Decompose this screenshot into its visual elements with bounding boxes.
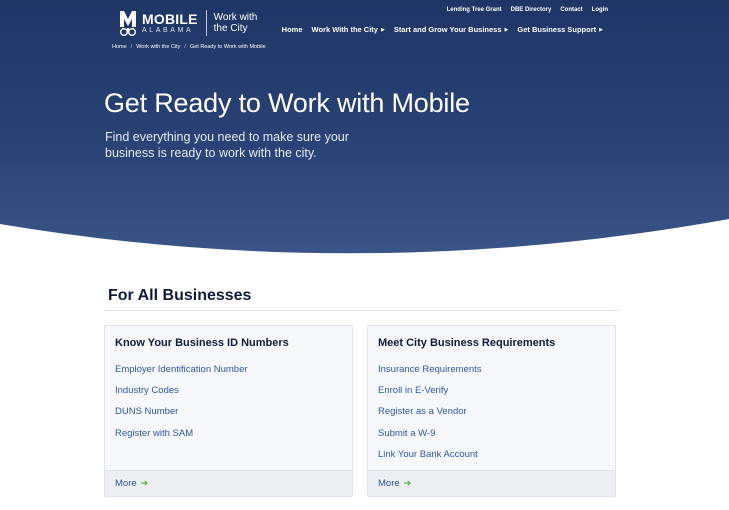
page-title: Get Ready to Work with Mobile [104, 88, 470, 118]
card-footer: More ➔ [368, 470, 615, 496]
link-duns-number[interactable]: DUNS Number [115, 406, 178, 417]
list-item: Register as a Vendor [378, 401, 482, 422]
list-item: Insurance Requirements [378, 359, 482, 380]
card-title: Meet City Business Requirements [378, 337, 556, 349]
list-item: Industry Codes [115, 380, 248, 401]
nav-item-work-with-the-city[interactable]: Work With the City ▶ [312, 25, 385, 34]
link-register-with-sam[interactable]: Register with SAM [115, 428, 193, 439]
site-logo[interactable]: MOBILE ALABAMA Work with the City [118, 8, 270, 38]
hero-banner: MOBILE ALABAMA Work with the City Lendin… [0, 0, 729, 265]
page-subtitle: Find everything you need to make sure yo… [105, 130, 349, 160]
list-item: Register with SAM [115, 423, 248, 444]
chevron-right-icon: ▶ [599, 26, 603, 33]
main-nav: Home Work With the City ▶ Start and Grow… [282, 25, 603, 34]
breadcrumb-current-page: Get Ready to Work with Mobile [189, 44, 266, 50]
breadcrumb-separator: / [130, 44, 133, 50]
card-link-list: Insurance Requirements Enroll in E-Verif… [378, 359, 482, 465]
nav-item-label: Work With the City [311, 25, 378, 34]
mobile-logo-icon [120, 11, 136, 37]
section-divider [104, 310, 620, 311]
link-insurance-requirements[interactable]: Insurance Requirements [378, 364, 482, 375]
utility-link-contact[interactable]: Contact [560, 7, 582, 13]
more-link-label: More [115, 478, 137, 489]
logo-divider [205, 10, 207, 36]
nav-item-get-business-support[interactable]: Get Business Support ▶ [517, 25, 603, 34]
logo-state-name: ALABAMA [142, 27, 194, 34]
utility-link-login[interactable]: Login [592, 7, 608, 13]
link-employer-identification-number[interactable]: Employer Identification Number [115, 364, 248, 375]
link-register-as-vendor[interactable]: Register as a Vendor [378, 406, 467, 417]
link-industry-codes[interactable]: Industry Codes [115, 385, 179, 396]
utility-link-dbe-directory[interactable]: DBE Directory [511, 7, 552, 13]
breadcrumb-link-work-with-the-city[interactable]: Work with the City [136, 44, 180, 50]
breadcrumb-separator: / [184, 44, 186, 50]
more-link[interactable]: More ➔ [378, 478, 411, 489]
card-city-business-requirements: Meet City Business Requirements Insuranc… [367, 325, 616, 497]
list-item: Submit a W-9 [378, 423, 482, 444]
arrow-right-icon: ➔ [140, 478, 149, 488]
hero-curve-divider [0, 219, 729, 265]
list-item: Employer Identification Number [115, 359, 248, 380]
logo-subtitle: Work with the City [213, 12, 258, 34]
nav-item-label: Get Business Support [517, 25, 597, 34]
nav-item-start-and-grow[interactable]: Start and Grow Your Business ▶ [394, 25, 509, 34]
breadcrumb: Home / Work with the City / Get Ready to… [112, 44, 266, 50]
nav-item-label: Home [281, 25, 303, 34]
utility-link-lending-tree-grant[interactable]: Lending Tree Grant [447, 7, 502, 13]
chevron-right-icon: ▶ [380, 26, 385, 33]
chevron-right-icon: ▶ [504, 26, 509, 33]
card-business-id-numbers: Know Your Business ID Numbers Employer I… [104, 325, 353, 497]
arrow-right-icon: ➔ [403, 478, 412, 488]
card-link-list: Employer Identification Number Industry … [115, 359, 248, 444]
nav-item-home[interactable]: Home [282, 25, 303, 34]
link-enroll-in-e-verify[interactable]: Enroll in E-Verify [378, 385, 448, 396]
card-title: Know Your Business ID Numbers [115, 337, 289, 349]
section-title: For All Businesses [108, 287, 252, 304]
more-link[interactable]: More ➔ [115, 478, 148, 489]
nav-item-label: Start and Grow Your Business [393, 25, 502, 34]
list-item: Link Your Bank Account [378, 444, 482, 465]
list-item: DUNS Number [115, 401, 248, 422]
utility-nav: Lending Tree Grant DBE Directory Contact… [447, 7, 608, 13]
more-link-label: More [378, 478, 400, 489]
card-footer: More ➔ [105, 470, 352, 496]
breadcrumb-link-home[interactable]: Home [112, 44, 127, 50]
logo-wordmark: MOBILE ALABAMA [142, 12, 198, 34]
list-item: Enroll in E-Verify [378, 380, 482, 401]
logo-city-name: MOBILE [142, 11, 198, 27]
link-bank-account[interactable]: Link Your Bank Account [378, 449, 478, 460]
link-submit-w9[interactable]: Submit a W-9 [378, 428, 435, 439]
